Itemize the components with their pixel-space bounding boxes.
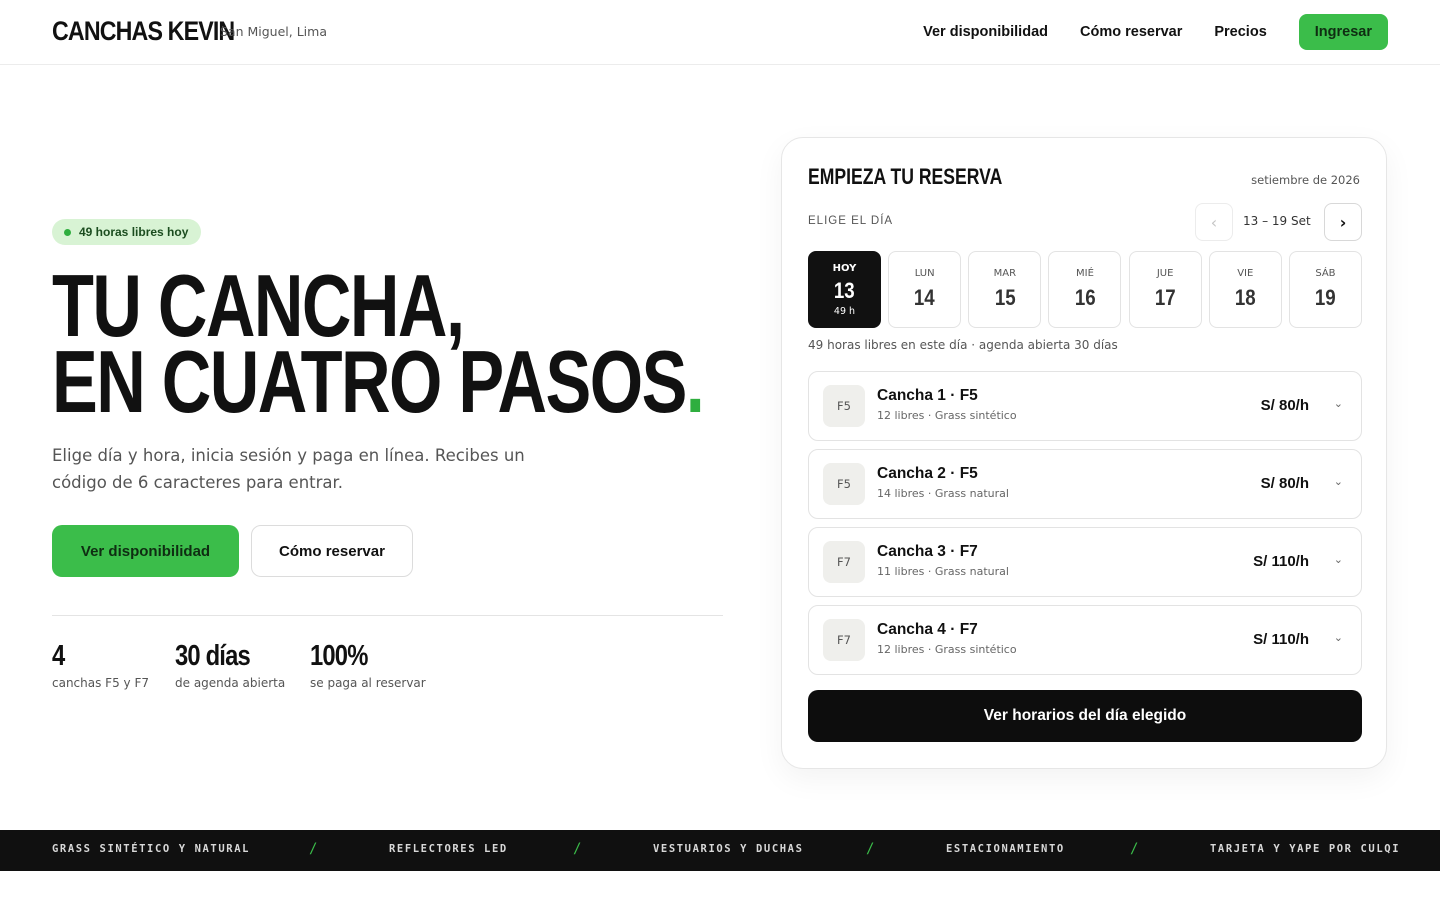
main-nav: Ver disponibilidad Cómo reservar Precios… (891, 14, 1388, 50)
court-list: F5 Cancha 1 · F5 12 libres · Grass sinté… (808, 371, 1362, 683)
day-option-lun[interactable]: LUN 14 (888, 251, 962, 328)
brand-location: San Miguel, Lima (220, 24, 327, 39)
stat-value: 30 días (175, 640, 251, 672)
features-band: GRASS SINTÉTICO Y NATURAL / REFLECTORES … (0, 830, 1440, 871)
day-picker-label: ELIGE EL DÍA (808, 215, 894, 227)
court-name: Cancha 2 · F5 (877, 465, 978, 482)
court-price: S/ 110/h (1253, 553, 1309, 570)
stat-label: de agenda abierta (175, 676, 286, 690)
court-row[interactable]: F5 Cancha 1 · F5 12 libres · Grass sinté… (808, 371, 1362, 441)
feature-grass: GRASS SINTÉTICO Y NATURAL (52, 843, 251, 855)
day-name: MIÉ (1076, 268, 1094, 279)
availability-badge-text: 49 horas libres hoy (79, 225, 189, 239)
day-number: 13 (834, 277, 855, 303)
nav-ver-disponibilidad[interactable]: Ver disponibilidad (923, 24, 1048, 40)
court-price: S/ 110/h (1253, 631, 1309, 648)
nav-como-reservar[interactable]: Cómo reservar (1080, 24, 1182, 40)
booking-month: setiembre de 2026 (1251, 173, 1360, 187)
court-name: Cancha 4 · F7 (877, 621, 978, 638)
stat-label: canchas F5 y F7 (52, 676, 149, 690)
court-type-badge: F5 (823, 385, 865, 427)
court-row[interactable]: F7 Cancha 4 · F7 12 libres · Grass sinté… (808, 605, 1362, 675)
chevron-down-icon: ⌄ (1333, 397, 1343, 410)
feature-reflectores: REFLECTORES LED (389, 843, 508, 855)
day-number: 14 (914, 285, 936, 310)
chevron-down-icon: ⌄ (1333, 475, 1343, 488)
feature-estacionamiento: ESTACIONAMIENTO (946, 843, 1065, 855)
stat-pago: 100% se paga al reservar (310, 640, 426, 690)
stat-value: 4 (52, 640, 65, 672)
day-availability-info: 49 horas libres en este día · agenda abi… (808, 338, 1118, 352)
booking-title: EMPIEZA TU RESERVA (808, 164, 1003, 189)
feature-separator: / (573, 841, 582, 857)
court-meta: 12 libres · Grass sintético (877, 643, 1017, 656)
day-option-jue[interactable]: JUE 17 (1128, 251, 1202, 328)
hero-title-line-2: EN CUATRO PASOS. (52, 338, 705, 426)
como-reservar-button[interactable]: Cómo reservar (251, 525, 413, 577)
day-name: HOY (832, 262, 857, 274)
chevron-left-icon: ‹ (1210, 212, 1218, 232)
court-name: Cancha 3 · F7 (877, 543, 978, 560)
stat-canchas: 4 canchas F5 y F7 (52, 640, 149, 690)
court-price: S/ 80/h (1260, 397, 1309, 414)
feature-vestuarios: VESTUARIOS Y DUCHAS (653, 843, 804, 855)
day-number: 16 (1074, 285, 1096, 310)
court-row[interactable]: F7 Cancha 3 · F7 11 libres · Grass natur… (808, 527, 1362, 597)
day-name: SÁB (1315, 268, 1336, 279)
hero-title-line-2-text: EN CUATRO PASOS (52, 332, 687, 431)
feature-separator: / (309, 841, 318, 857)
top-header: CANCHAS KEVIN San Miguel, Lima Ver dispo… (0, 0, 1440, 65)
court-row[interactable]: F5 Cancha 2 · F5 14 libres · Grass natur… (808, 449, 1362, 519)
day-option-mie[interactable]: MIÉ 16 (1048, 251, 1122, 328)
hero-title-dot: . (685, 332, 705, 431)
day-option-sab[interactable]: SÁB 19 (1288, 251, 1362, 328)
nav-precios[interactable]: Precios (1214, 24, 1266, 40)
week-range: 13 – 19 Set (1243, 214, 1311, 228)
court-type-badge: F5 (823, 463, 865, 505)
booking-card: EMPIEZA TU RESERVA setiembre de 2026 ELI… (781, 137, 1387, 769)
court-type-badge: F7 (823, 619, 865, 661)
stat-agenda: 30 días de agenda abierta (175, 640, 285, 690)
next-week-button[interactable]: › (1324, 203, 1362, 241)
day-option-today[interactable]: HOY 13 49 h (808, 251, 881, 328)
login-button[interactable]: Ingresar (1298, 14, 1388, 50)
hero-title: TU CANCHA, EN CUATRO PASOS. (52, 262, 705, 426)
feature-separator: / (866, 841, 875, 857)
day-hours: 49 h (833, 305, 856, 317)
day-name: LUN (914, 268, 935, 279)
day-number: 17 (1154, 285, 1176, 310)
prev-week-button[interactable]: ‹ (1195, 203, 1233, 241)
hero-subtitle: Elige día y hora, inicia sesión y paga e… (52, 446, 525, 492)
chevron-right-icon: › (1339, 212, 1347, 232)
brand-logo[interactable]: CANCHAS KEVIN (52, 16, 235, 47)
day-option-mar[interactable]: MAR 15 (968, 251, 1042, 328)
court-price: S/ 80/h (1260, 475, 1309, 492)
court-type-badge: F7 (823, 541, 865, 583)
stat-value: 100% (310, 640, 368, 672)
court-name: Cancha 1 · F5 (877, 387, 978, 404)
ver-disponibilidad-button[interactable]: Ver disponibilidad (52, 525, 239, 577)
chevron-down-icon: ⌄ (1333, 631, 1343, 644)
feature-pago: TARJETA Y YAPE POR CULQI (1210, 843, 1401, 855)
day-name: JUE (1156, 268, 1174, 279)
day-picker: HOY 13 49 h LUN 14 MAR 15 MIÉ 16 JUE 17 … (808, 251, 1362, 328)
view-schedules-button[interactable]: Ver horarios del día elegido (808, 690, 1362, 742)
chevron-down-icon: ⌄ (1333, 553, 1343, 566)
court-meta: 11 libres · Grass natural (877, 565, 1009, 578)
stat-label: se paga al reservar (310, 676, 426, 690)
court-meta: 14 libres · Grass natural (877, 487, 1009, 500)
status-dot-icon (64, 228, 71, 236)
day-number: 15 (994, 285, 1016, 310)
day-name: VIE (1237, 268, 1254, 279)
availability-badge: 49 horas libres hoy (52, 219, 202, 245)
day-number: 18 (1234, 285, 1256, 310)
stats-divider (52, 615, 723, 616)
feature-separator: / (1130, 841, 1139, 857)
court-meta: 12 libres · Grass sintético (877, 409, 1017, 422)
day-number: 19 (1315, 285, 1336, 310)
day-name: MAR (993, 268, 1017, 279)
day-option-vie[interactable]: VIE 18 (1208, 251, 1282, 328)
